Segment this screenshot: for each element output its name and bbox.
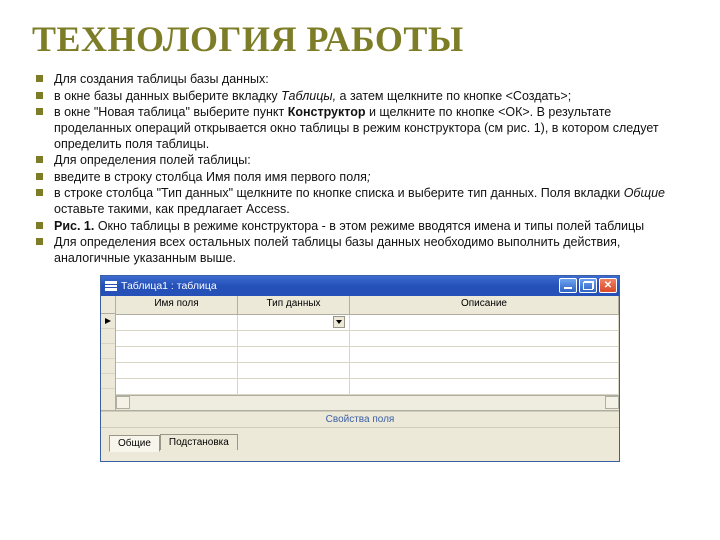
list-item: введите в строку столбца Имя поля имя пе… [32,170,688,186]
data-type-cell[interactable] [238,347,350,362]
description-cell[interactable] [350,379,619,394]
window-title: Таблица1 : таблица [121,280,557,292]
tab-lookup[interactable]: Подстановка [160,434,238,450]
table-icon [105,281,117,291]
table-row[interactable] [116,363,619,379]
list-item: Для определения полей таблицы: [32,153,688,169]
field-name-cell[interactable] [116,363,238,378]
scroll-right-button[interactable] [605,396,619,409]
row-selector[interactable] [101,329,115,344]
field-name-cell[interactable] [116,347,238,362]
data-type-cell[interactable] [238,363,350,378]
table-row[interactable] [116,379,619,395]
column-header-name[interactable]: Имя поля [116,296,238,314]
horizontal-scrollbar[interactable] [116,395,619,410]
table-row[interactable] [116,315,619,331]
figure-access-window: Таблица1 : таблица ✕ [100,275,620,462]
row-selector[interactable] [101,374,115,389]
row-selector[interactable] [101,344,115,359]
maximize-button[interactable] [579,278,597,293]
bullet-list: Для создания таблицы базы данных: в окне… [32,72,688,267]
list-item: Для определения всех остальных полей таб… [32,235,688,266]
description-cell[interactable] [350,363,619,378]
titlebar[interactable]: Таблица1 : таблица ✕ [101,276,619,296]
row-selector[interactable] [101,359,115,374]
description-cell[interactable] [350,331,619,346]
scroll-left-button[interactable] [116,396,130,409]
minimize-button[interactable] [559,278,577,293]
tab-general[interactable]: Общие [109,435,160,452]
row-selector[interactable] [101,314,115,329]
field-name-cell[interactable] [116,315,238,330]
page-title: ТЕХНОЛОГИЯ РАБОТЫ [32,18,688,60]
column-header-desc[interactable]: Описание [350,296,619,314]
list-item: Рис. 1. Окно таблицы в режиме конструкто… [32,219,688,235]
description-cell[interactable] [350,347,619,362]
data-type-cell[interactable] [238,331,350,346]
list-item: в окне базы данных выберите вкладку Табл… [32,89,688,105]
properties-divider: Свойства поля [101,411,619,428]
list-item: в окне "Новая таблица" выберите пункт Ко… [32,105,688,152]
current-row-icon [104,317,112,325]
list-item: в строке столбца "Тип данных" щелкните п… [32,186,688,217]
scroll-track[interactable] [130,396,605,410]
design-grid: Имя поля Тип данных Описание [101,296,619,411]
close-button[interactable]: ✕ [599,278,617,293]
description-cell[interactable] [350,315,619,330]
table-row[interactable] [116,331,619,347]
data-type-cell[interactable] [238,379,350,394]
field-name-cell[interactable] [116,379,238,394]
column-header-type[interactable]: Тип данных [238,296,350,314]
list-item: Для создания таблицы базы данных: [32,72,688,88]
data-type-cell[interactable] [238,315,350,330]
row-selector-header [101,296,115,314]
table-row[interactable] [116,347,619,363]
dropdown-button[interactable] [333,316,345,328]
field-name-cell[interactable] [116,331,238,346]
